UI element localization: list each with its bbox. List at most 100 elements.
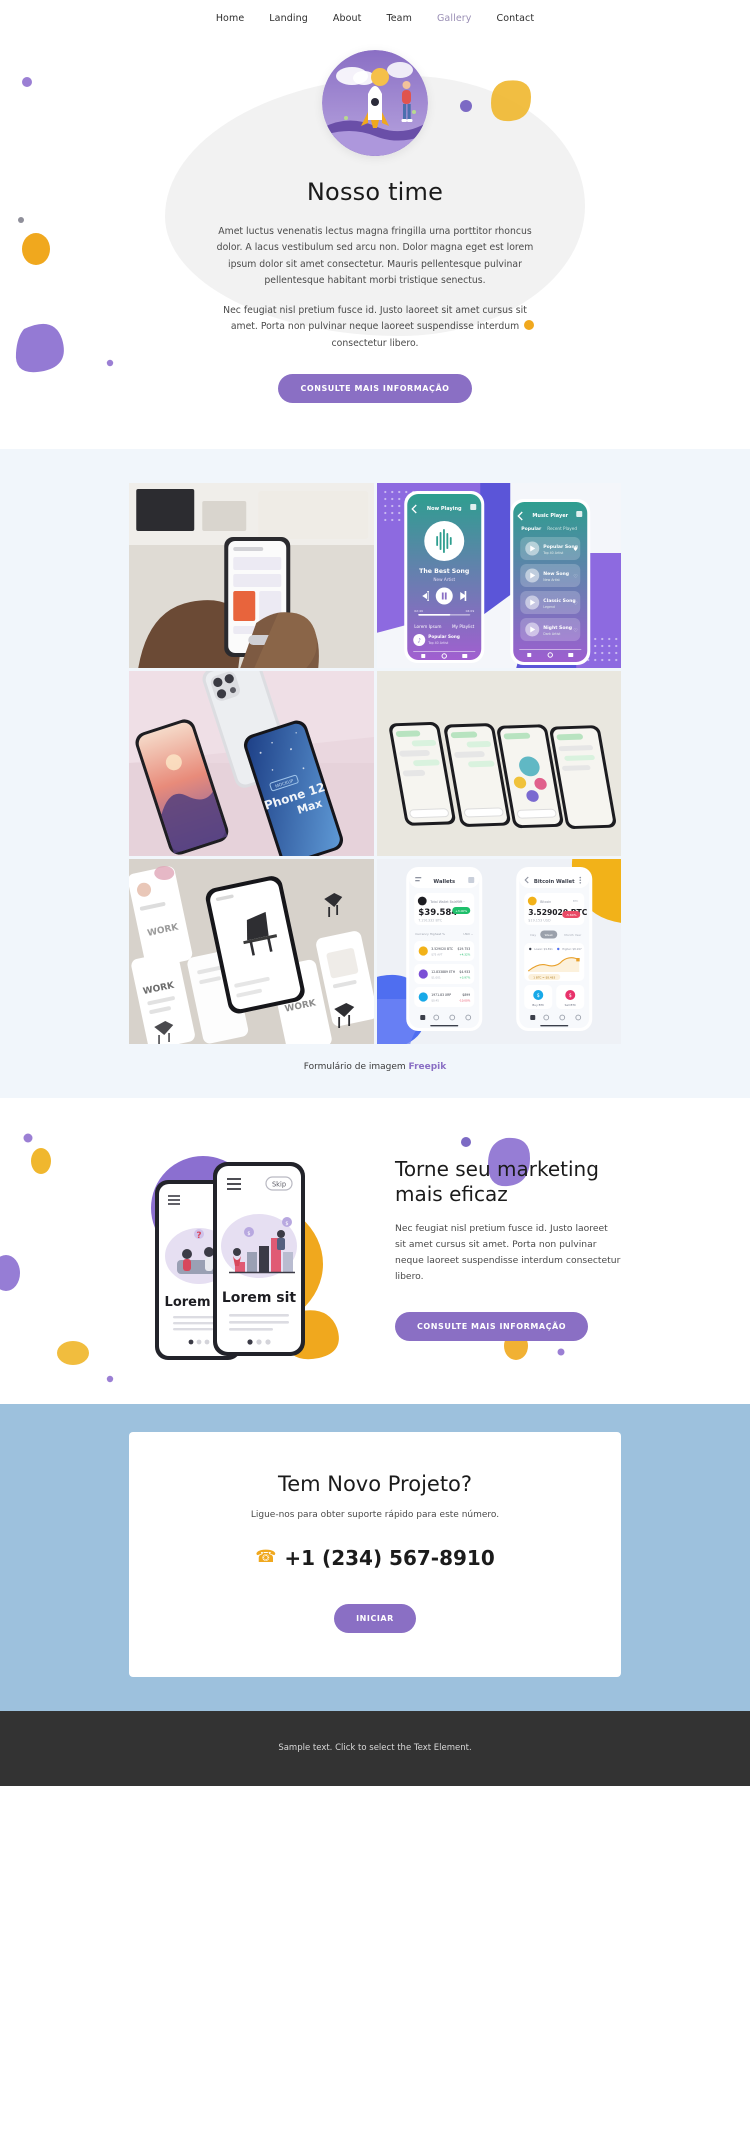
svg-text:USD ⌄: USD ⌄ [463, 932, 473, 936]
cta-phone-row: ☎ +1 (234) 567-8910 [149, 1546, 601, 1570]
svg-text:-5.60%: -5.60% [565, 913, 576, 917]
gallery-item-chat-app-screens[interactable] [376, 670, 621, 856]
svg-text:1971.83 XRP: 1971.83 XRP [431, 993, 451, 997]
svg-text:Day: Day [530, 933, 536, 937]
svg-text:Now Playing: Now Playing [426, 506, 461, 512]
svg-text:Higher: $8.197: Higher: $8.197 [562, 947, 582, 951]
svg-text:$19.153 USD: $19.153 USD [528, 918, 551, 922]
nav-item-contact[interactable]: Contact [497, 13, 535, 24]
svg-text:Sell BTC: Sell BTC [564, 1003, 575, 1007]
svg-text:Popular: Popular [521, 526, 542, 532]
svg-text:Classic Song: Classic Song [543, 598, 575, 604]
gallery-item-hand-holding-phone[interactable] [129, 482, 374, 668]
gallery-item-crypto-wallet-screens[interactable]: Wallets Total Wallet Balance USD ⌄ $39.5… [376, 858, 621, 1044]
hero-paragraph-2: Nec feugiat nisl pretium fusce id. Justo… [223, 305, 527, 349]
svg-text:$4.933: $4.933 [459, 970, 470, 974]
svg-text:+3.00%: +3.00% [455, 909, 467, 913]
gallery-caption-text: Formulário de imagem [303, 1061, 409, 1072]
svg-text:The Best Song: The Best Song [419, 568, 469, 575]
svg-text:$: $ [285, 1221, 288, 1227]
phone-icon: ☎ [255, 1547, 277, 1568]
svg-text:Wallets: Wallets [433, 879, 455, 885]
svg-text:♡: ♡ [573, 601, 577, 607]
svg-text:$0.45: $0.45 [431, 998, 439, 1002]
cta-start-button[interactable]: INICIAR [334, 1603, 416, 1633]
gallery-caption-link-freepik[interactable]: Freepik [409, 1062, 447, 1072]
svg-text:♪: ♪ [417, 637, 421, 644]
svg-text:$39.584: $39.584 [418, 908, 457, 918]
svg-text:Lower: $9.891: Lower: $9.891 [534, 947, 553, 951]
svg-text:Night Song: Night Song [543, 625, 572, 631]
svg-text:+4.32%: +4.32% [459, 952, 470, 956]
svg-text:$19.753: $19.753 [457, 947, 470, 951]
svg-text:Bitcoin: Bitcoin [540, 900, 551, 904]
svg-text:-10.00%: -10.00% [459, 998, 471, 1002]
hero-paragraph-1: Amet luctus venenatis lectus magna fring… [216, 226, 534, 286]
svg-text:$: $ [247, 1231, 250, 1237]
svg-text:Lorem Ipsum: Lorem Ipsum [414, 624, 441, 629]
nav-item-team[interactable]: Team [386, 13, 412, 24]
marketing-section: ? Lorem sit Skip $ $ Lorem sit Torne seu… [0, 1097, 750, 1404]
nav-item-about[interactable]: About [333, 13, 362, 24]
hero-avatar-illustration [322, 50, 428, 156]
svg-text:Lorem sit: Lorem sit [222, 1290, 297, 1306]
gallery-item-furniture-app-screens[interactable]: WORK WORK WORK [129, 858, 374, 1044]
contact-cta-section: Tem Novo Projeto? Ligue-nos para obter s… [0, 1403, 750, 1711]
gallery-item-music-player-mockup[interactable]: Now Playing The Best Song New Artist 02:… [376, 482, 621, 668]
svg-text:$: $ [568, 993, 571, 999]
svg-text:My Playlist: My Playlist [451, 624, 474, 629]
cta-subtitle: Ligue-nos para obter suporte rápido para… [250, 1509, 500, 1520]
svg-text:Week: Week [544, 933, 552, 937]
svg-text:Top 40 Artist: Top 40 Artist [427, 641, 449, 645]
svg-text:Recent Played: Recent Played [547, 526, 577, 531]
gallery-grid: Now Playing The Best Song New Artist 02:… [129, 482, 621, 1044]
svg-text:New Artist: New Artist [543, 578, 560, 582]
gallery-item-phone-12-pro-max[interactable]: MOCKUP Phone 12 Max [129, 670, 374, 856]
svg-text:Legend: Legend [543, 605, 555, 609]
main-navigation: Home Landing About Team Gallery Contact [0, 0, 750, 36]
svg-text:Bitcoin Wallet: Bitcoin Wallet [533, 879, 574, 885]
svg-text:New Song: New Song [543, 571, 569, 577]
svg-text:Buy BTC: Buy BTC [532, 1003, 544, 1007]
svg-text:New Artist: New Artist [433, 577, 455, 582]
svg-text:♡: ♡ [573, 574, 577, 580]
svg-text:♡: ♡ [573, 628, 577, 634]
svg-text:Skip: Skip [272, 1180, 286, 1188]
marketing-cta-button[interactable]: CONSULTE MAIS INFORMAÇÃO [395, 1311, 589, 1341]
gallery-caption: Formulário de imagem Freepik [0, 1062, 750, 1072]
svg-text:$: $ [536, 993, 539, 999]
contact-cta-card: Tem Novo Projeto? Ligue-nos para obter s… [129, 1431, 621, 1677]
svg-text:7.291332 BTC: 7.291332 BTC [418, 918, 442, 922]
svg-text:3.529020 BTC: 3.529020 BTC [431, 947, 453, 951]
svg-text:BTC: BTC [572, 899, 577, 903]
nav-item-landing[interactable]: Landing [269, 13, 308, 24]
hero-cta-button[interactable]: CONSULTE MAIS INFORMAÇÃO [278, 373, 472, 403]
svg-text:Currency Highest %: Currency Highest % [415, 932, 445, 936]
svg-text:Top 40 Artist: Top 40 Artist [542, 551, 564, 555]
cta-phone-number[interactable]: +1 (234) 567-8910 [284, 1546, 494, 1570]
svg-text:♥: ♥ [573, 547, 578, 553]
svg-text:1 BTC = $8.483: 1 BTC = $8.483 [533, 975, 555, 979]
marketing-paragraph: Nec feugiat nisl pretium fusce id. Justo… [395, 1223, 621, 1283]
marketing-title: Torne seu marketing mais eficaz [395, 1157, 599, 1207]
svg-text:Month: Month [564, 933, 574, 937]
svg-text:$75 AVT: $75 AVT [431, 952, 442, 956]
footer: Sample text. Click to select the Text El… [0, 1710, 750, 1786]
marketing-phone-mockups: ? Lorem sit Skip $ $ Lorem sit [129, 1134, 369, 1364]
svg-text:?: ? [196, 1231, 201, 1241]
cta-title: Tem Novo Projeto? [277, 1471, 473, 1496]
nav-item-gallery[interactable]: Gallery [437, 13, 472, 24]
svg-text:12.833889 ETH: 12.833889 ETH [431, 970, 456, 974]
footer-text[interactable]: Sample text. Click to select the Text El… [278, 1743, 471, 1753]
gallery-section: Now Playing The Best Song New Artist 02:… [0, 448, 750, 1098]
svg-text:02:49: 02:49 [414, 609, 423, 613]
svg-text:+3.97%: +3.97% [459, 975, 470, 979]
svg-text:04:09: 04:09 [465, 609, 474, 613]
svg-text:$899: $899 [462, 993, 470, 997]
svg-text:Dark Artist: Dark Artist [543, 632, 561, 636]
svg-text:USD ⌄: USD ⌄ [456, 899, 465, 903]
svg-text:$1.001: $1.001 [431, 975, 441, 979]
svg-text:Music Player: Music Player [532, 513, 568, 519]
page-title: Nosso time [306, 178, 444, 206]
nav-item-home[interactable]: Home [216, 13, 244, 24]
